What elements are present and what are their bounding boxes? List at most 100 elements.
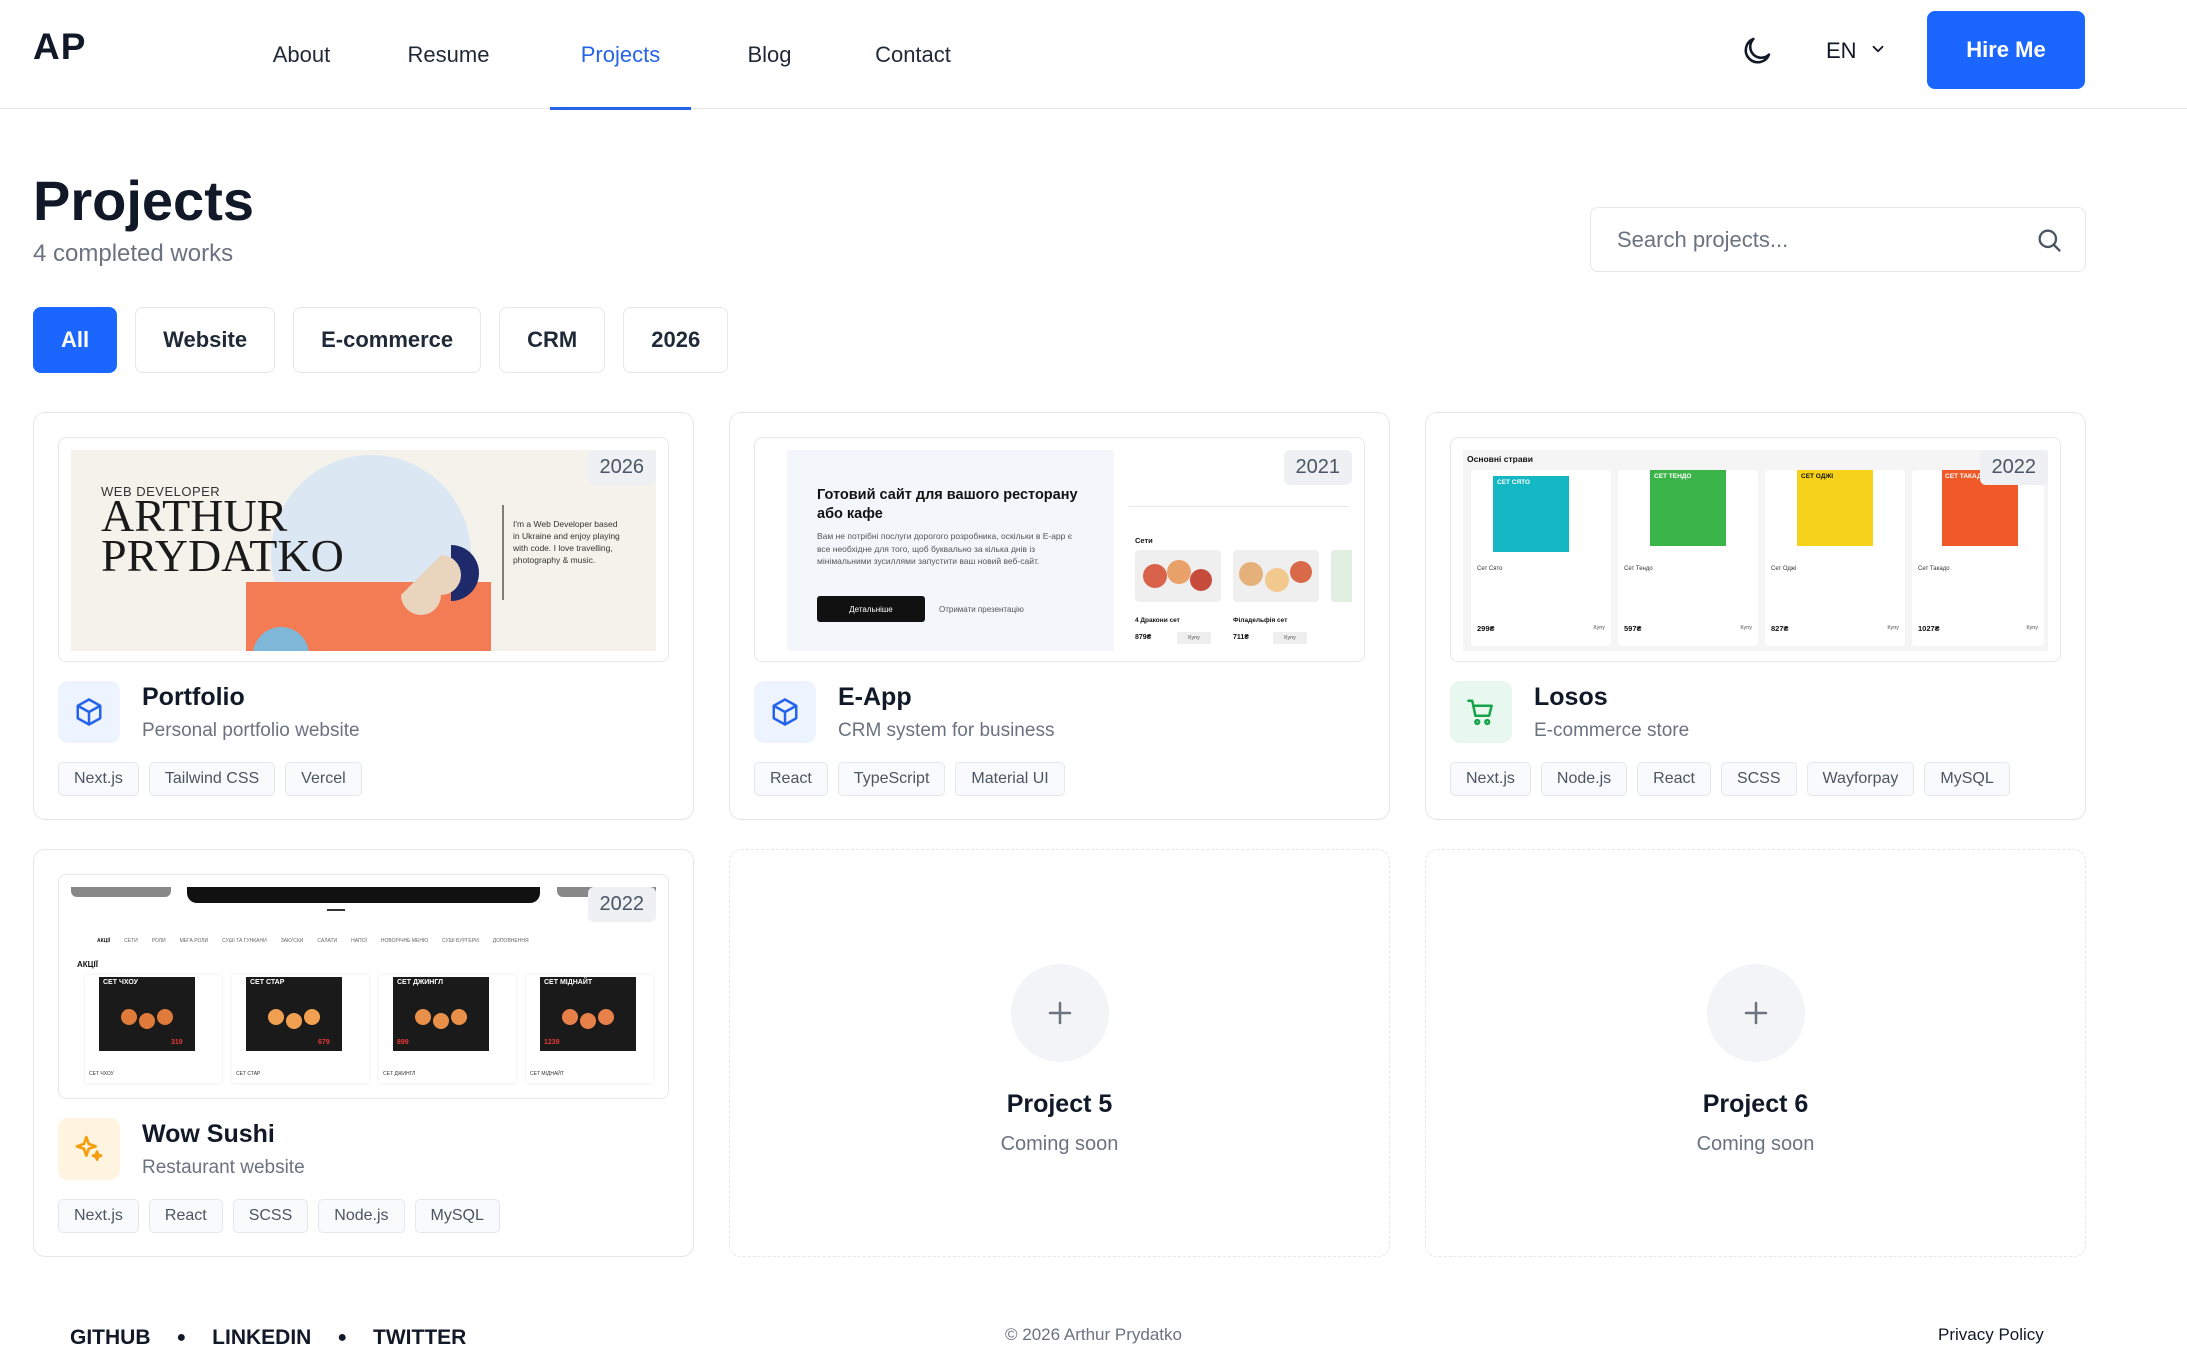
tag: SCSS bbox=[1720, 762, 1797, 796]
project-placeholder-5: Project 5 Coming soon bbox=[729, 849, 1390, 1257]
year-badge: 2026 bbox=[587, 450, 656, 485]
preview-product-label: СЕТ МІДНАЙТ bbox=[544, 979, 593, 986]
cube-icon bbox=[58, 681, 120, 743]
preview-price-2: 711₴ bbox=[1233, 634, 1249, 641]
preview-product-price: 899 bbox=[397, 1039, 409, 1046]
tag: MySQL bbox=[414, 1199, 500, 1233]
preview-product-card: СЕТ СЯТО Сет Сято 299₴ Купу bbox=[1471, 470, 1611, 646]
project-preview: АКЦІЇ СЕТИ РОЛИ МЕГА РОЛИ СУШІ ТА ГУНКАН… bbox=[58, 874, 669, 1099]
preview-product-label: СЕТ ДЖИНГЛ bbox=[397, 979, 444, 986]
tag: Material UI bbox=[955, 762, 1065, 796]
preview-item-1: 4 Дракони сет bbox=[1135, 617, 1180, 624]
tag-list: React TypeScript Material UI bbox=[754, 762, 1065, 796]
project-title[interactable]: Wow Sushi bbox=[142, 1120, 275, 1149]
placeholder-title: Project 5 bbox=[1006, 1090, 1113, 1118]
filter-crm[interactable]: CRM bbox=[499, 307, 606, 373]
preview-product-price: 1027₴ bbox=[1918, 624, 1940, 633]
language-select[interactable]: EN bbox=[1826, 34, 1887, 68]
tag: SCSS bbox=[232, 1199, 309, 1233]
search-icon[interactable] bbox=[2035, 226, 2063, 254]
preview-product-card: СЕТ МІДНАЙТ 1239 СЕТ МІДНАЙТ bbox=[526, 975, 653, 1083]
preview-product-name: Сет Сято bbox=[1477, 566, 1503, 572]
preview-buy-button: Купу bbox=[1273, 632, 1307, 644]
preview-product-price: 827₴ bbox=[1771, 624, 1789, 633]
preview-body: Вам не потрібні послуги дорогого розробн… bbox=[817, 531, 1073, 566]
preview-product-label: СЕТ ТЕНДО bbox=[1654, 473, 1692, 480]
privacy-policy-link[interactable]: Privacy Policy bbox=[1938, 1325, 2044, 1345]
tag: Tailwind CSS bbox=[148, 762, 276, 796]
plus-icon[interactable] bbox=[1011, 964, 1109, 1062]
preview-product-name: Сет Оджі bbox=[1771, 566, 1797, 572]
preview-product-price: 319 bbox=[171, 1039, 183, 1046]
nav-blog[interactable]: Blog bbox=[717, 0, 822, 109]
preview-product-price: 299₴ bbox=[1477, 624, 1495, 633]
project-title[interactable]: E-App bbox=[838, 683, 912, 712]
preview-name-line2: PRYDATKO bbox=[101, 530, 344, 581]
preview-section: АКЦІЇ bbox=[77, 960, 98, 969]
site-header: AP About Resume Projects Blog Contact EN… bbox=[0, 0, 2187, 110]
year-badge: 2022 bbox=[587, 887, 656, 922]
project-preview: Готовий сайт для вашого ресторану або ка… bbox=[754, 437, 1365, 662]
preview-name: ARTHUR PRYDATKO bbox=[101, 493, 344, 581]
chevron-down-icon bbox=[1869, 38, 1887, 64]
preview-product-card: СЕТ ДЖИНГЛ 899 СЕТ ДЖИНГЛ bbox=[379, 975, 516, 1083]
hire-me-button[interactable]: Hire Me bbox=[1927, 11, 2085, 89]
filter-ecommerce[interactable]: E-commerce bbox=[293, 307, 482, 373]
page-subtitle: 4 completed works bbox=[33, 240, 234, 267]
tag: MySQL bbox=[1924, 762, 2010, 796]
project-placeholder-6: Project 6 Coming soon bbox=[1425, 849, 2086, 1257]
placeholder-title: Project 6 bbox=[1702, 1090, 1809, 1118]
project-title[interactable]: Losos bbox=[1534, 683, 1608, 712]
preview-buy: Купу bbox=[1740, 625, 1752, 631]
sparkles-icon bbox=[58, 1118, 120, 1180]
tag-list: Next.js React SCSS Node.js MySQL bbox=[58, 1199, 500, 1233]
preview-buy-button: Купу bbox=[1177, 632, 1211, 644]
filter-bar: All Website E-commerce CRM 2026 bbox=[33, 307, 729, 373]
tag: Node.js bbox=[318, 1199, 405, 1233]
nav-contact[interactable]: Contact bbox=[852, 0, 974, 109]
main-nav: About Resume Projects Blog Contact bbox=[245, 0, 974, 110]
preview-product-card: СЕТ СТАР 679 СЕТ СТАР bbox=[232, 975, 369, 1083]
filter-all[interactable]: All bbox=[33, 307, 118, 373]
plus-icon[interactable] bbox=[1707, 964, 1805, 1062]
project-card-wow-sushi[interactable]: АКЦІЇ СЕТИ РОЛИ МЕГА РОЛИ СУШІ ТА ГУНКАН… bbox=[33, 849, 694, 1257]
project-card-losos[interactable]: Основні страви СЕТ СЯТО Сет Сято 299₴ Ку… bbox=[1425, 412, 2086, 820]
tag: Next.js bbox=[1450, 762, 1531, 796]
search-box bbox=[1590, 207, 2086, 272]
preview-price-1: 879₴ bbox=[1135, 634, 1152, 641]
cart-icon bbox=[1450, 681, 1512, 743]
preview-product-name: СЕТ ЧХОУ bbox=[89, 1071, 114, 1077]
preview-product-card: СЕТ ЧХОУ 319 СЕТ ЧХОУ bbox=[85, 975, 222, 1083]
preview-section: Основні страви bbox=[1467, 454, 1534, 464]
filter-website[interactable]: Website bbox=[135, 307, 276, 373]
project-preview: Основні страви СЕТ СЯТО Сет Сято 299₴ Ку… bbox=[1450, 437, 2061, 662]
moon-icon[interactable] bbox=[1740, 34, 1774, 68]
tag: Vercel bbox=[285, 762, 362, 796]
nav-about[interactable]: About bbox=[245, 0, 358, 109]
tag: React bbox=[754, 762, 828, 796]
site-logo[interactable]: AP bbox=[33, 26, 86, 68]
filter-2026[interactable]: 2026 bbox=[623, 307, 729, 373]
preview-product-name: СЕТ МІДНАЙТ bbox=[530, 1071, 564, 1077]
placeholder-subtitle: Coming soon bbox=[1696, 1133, 1815, 1155]
preview-product-label: СЕТ ОДЖІ bbox=[1801, 473, 1834, 480]
language-label: EN bbox=[1826, 38, 1857, 63]
preview-product-name: Сет Такадо bbox=[1918, 566, 1950, 572]
nav-projects[interactable]: Projects bbox=[550, 0, 691, 110]
project-card-e-app[interactable]: Готовий сайт для вашого ресторану або ка… bbox=[729, 412, 1390, 820]
preview-buy: Купу bbox=[2026, 625, 2038, 631]
preview-product-price: 679 bbox=[318, 1039, 330, 1046]
tag-list: Next.js Tailwind CSS Vercel bbox=[58, 762, 362, 796]
tag: React bbox=[1637, 762, 1711, 796]
project-description: Personal portfolio website bbox=[142, 720, 360, 741]
project-title[interactable]: Portfolio bbox=[142, 683, 245, 712]
tag: Wayforpay bbox=[1806, 762, 1915, 796]
search-input[interactable] bbox=[1617, 208, 2017, 271]
preview-item-2: Філадельфія сет bbox=[1233, 617, 1288, 624]
preview-product-label: СЕТ СЯТО bbox=[1497, 479, 1531, 486]
project-card-portfolio[interactable]: WEB DEVELOPER ARTHUR PRYDATKO I'm a Web … bbox=[33, 412, 694, 820]
preview-primary-button: Детальніше bbox=[817, 596, 925, 622]
project-description: CRM system for business bbox=[838, 720, 1055, 741]
tag: Node.js bbox=[1540, 762, 1628, 796]
nav-resume[interactable]: Resume bbox=[385, 0, 512, 109]
